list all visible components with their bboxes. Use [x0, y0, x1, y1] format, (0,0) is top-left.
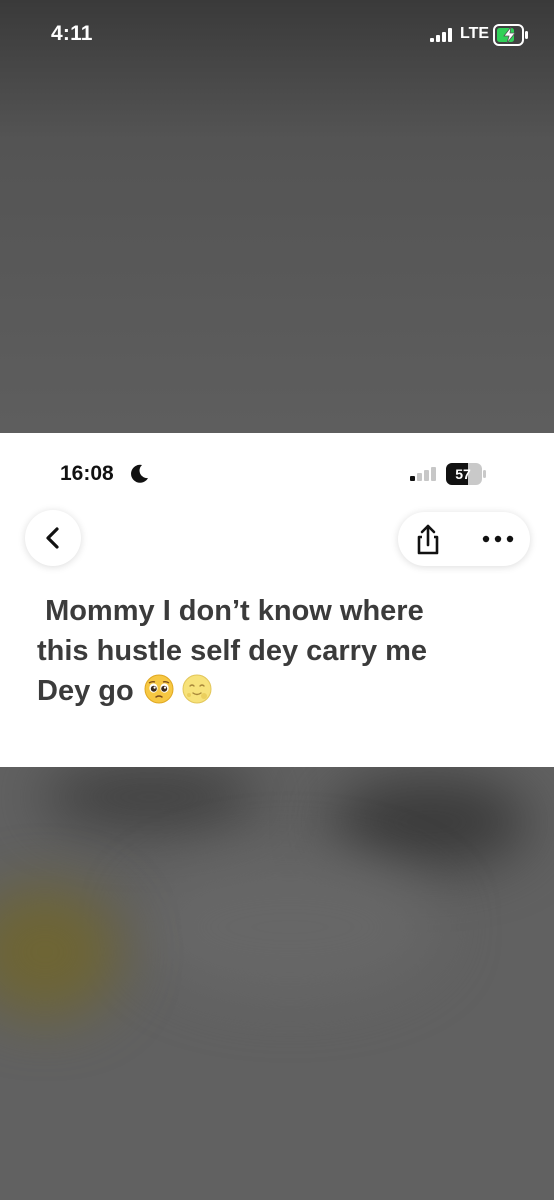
- dimmed-background-bottom: [0, 767, 554, 1200]
- post-line: Dey go: [37, 675, 134, 707]
- blurred-shape: [140, 857, 440, 997]
- battery-icon: 57: [446, 463, 486, 485]
- battery-charging-icon: [493, 24, 528, 46]
- blurred-shape: [0, 887, 120, 1017]
- ellipsis-icon: [482, 535, 514, 543]
- status-bar: 4:11 LTE: [0, 0, 554, 72]
- chevron-left-icon: [46, 527, 59, 549]
- action-pill: [398, 512, 530, 566]
- signal-icon: [410, 467, 436, 481]
- share-icon: [417, 524, 439, 555]
- post-line: this hustle self dey carry me: [37, 635, 428, 667]
- battery-level: 57: [455, 466, 471, 482]
- signal-icon: [430, 28, 452, 42]
- post-line: Mommy I don’t know where: [37, 595, 424, 627]
- inner-status-time: 16:08: [60, 462, 114, 485]
- share-button[interactable]: [408, 520, 448, 560]
- full-moon-face-emoji: [182, 674, 212, 704]
- screenshot-card: 16:08 57 Mommy I don’t know where this h…: [0, 433, 554, 767]
- network-label: LTE: [460, 25, 490, 42]
- pleading-face-emoji: [144, 674, 174, 704]
- back-button[interactable]: [25, 510, 81, 566]
- more-options-button[interactable]: [478, 525, 518, 553]
- status-time: 4:11: [51, 22, 93, 45]
- blurred-shape: [40, 767, 260, 827]
- blurred-shape: [330, 777, 530, 867]
- post-text: Mommy I don’t know where this hustle sel…: [37, 591, 527, 711]
- moon-icon: [131, 464, 148, 483]
